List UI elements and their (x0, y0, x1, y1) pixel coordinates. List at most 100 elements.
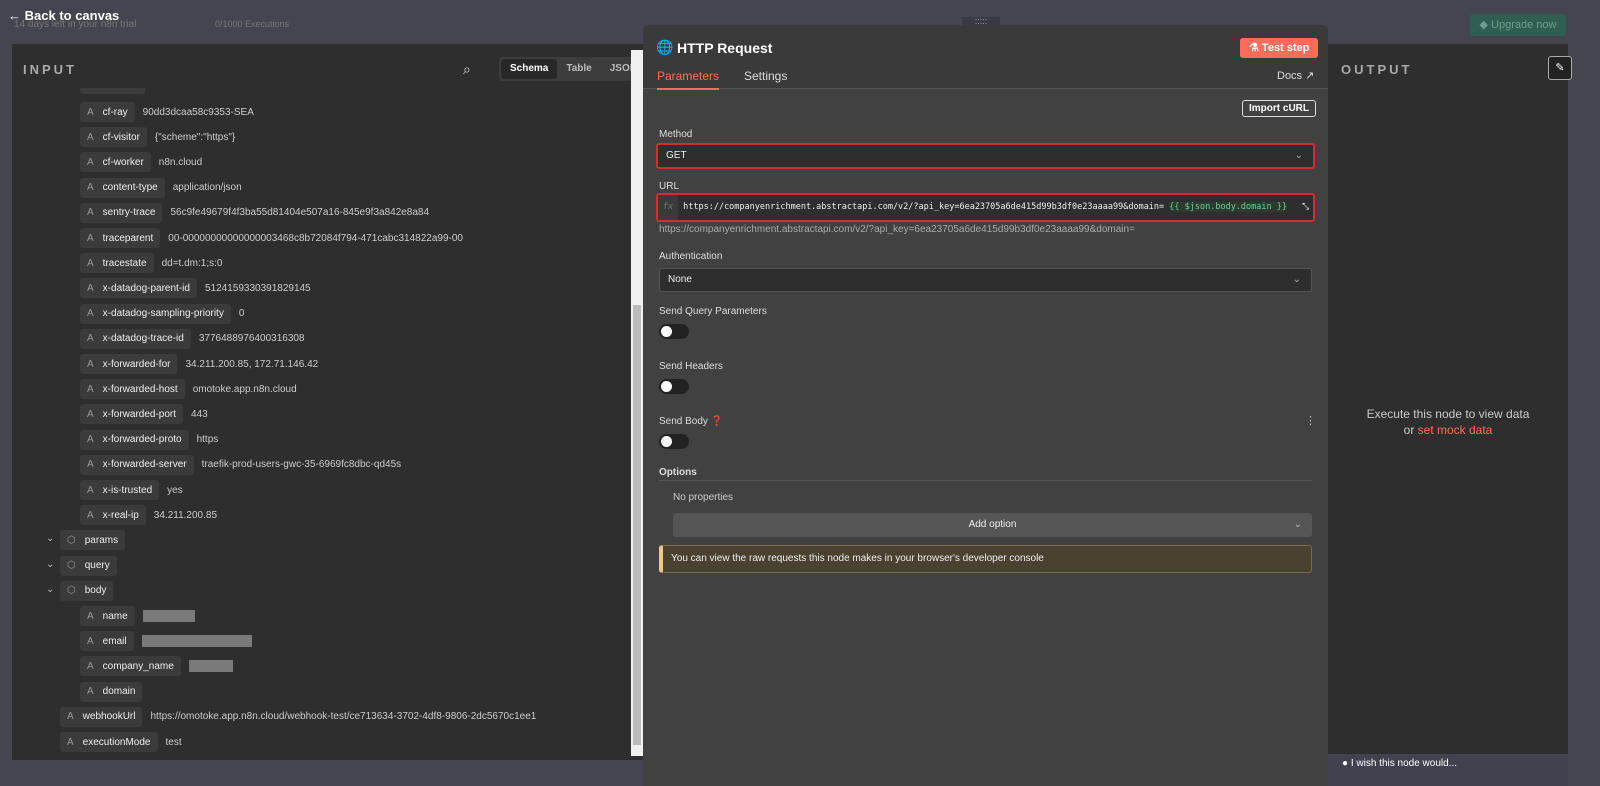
chevron-down-icon: ⌄ (1292, 274, 1301, 285)
schema-value: 34.211.200.85, 172.71.146.42 (185, 358, 319, 370)
schema-key-chip[interactable]: ⬡ params (60, 530, 126, 551)
string-type-icon: A (87, 308, 94, 320)
schema-key: company_name (102, 660, 174, 672)
schema-key: domain (102, 686, 136, 698)
schema-key-chip[interactable]: Atraceparent (80, 228, 161, 248)
schema-key: body (84, 585, 107, 597)
schema-row: Atraceparent 00-00000000000000003468c8b72… (80, 228, 463, 248)
fx-icon: fx (658, 195, 678, 220)
schema-row: Ax-datadog-trace-id 3776488976400316308 (80, 328, 305, 349)
schema-row: Acompany_name (80, 656, 233, 677)
schema-key-chip[interactable]: Ax-forwarded-port (80, 404, 184, 425)
schema-row: Acontent-type application/json (80, 177, 242, 198)
send-headers-toggle[interactable] (659, 379, 689, 394)
collapse-chevron-icon[interactable]: ⌄ (46, 533, 54, 544)
schema-row: Ax-forwarded-host omotoke.app.n8n.cloud (80, 379, 297, 400)
expand-icon[interactable]: ⤡ (1302, 195, 1309, 220)
schema-value: traefik-prod-users-gwc-35-6969fc8dbc-qd4… (201, 459, 402, 471)
schema-key: x-datadog-parent-id (102, 282, 190, 294)
import-curl-button[interactable]: Import cURL (1242, 100, 1316, 117)
schema-key-chip[interactable]: Acompany_name (80, 656, 181, 677)
authentication-select[interactable]: None ⌄ (659, 268, 1312, 292)
lightbulb-icon: ● (1342, 758, 1351, 769)
schema-value: {"scheme":"https"} (154, 131, 236, 143)
schema-key-chip[interactable]: Asentry-trace (80, 202, 163, 223)
schema-key-chip[interactable]: Adomain (80, 681, 143, 702)
edit-pencil-icon[interactable]: ✎ (1548, 56, 1572, 80)
no-properties-text: No properties (673, 492, 734, 503)
tab-parameters[interactable]: Parameters (657, 69, 720, 90)
schema-key-chip[interactable]: Acf-worker (80, 152, 151, 173)
url-preview: https://companyenrichment.abstractapi.co… (659, 224, 1135, 235)
schema-key: query (84, 560, 110, 572)
schema-key-chip[interactable]: Aname (80, 606, 135, 626)
object-icon: ⬡ (67, 585, 76, 597)
schema-key-chip[interactable]: Acontent-type (80, 177, 165, 198)
schema-row: Ax-forwarded-for 34.211.200.85, 172.71.14… (80, 354, 318, 374)
string-type-icon: A (67, 711, 74, 723)
string-type-icon: A (87, 358, 94, 370)
schema-key-chip[interactable]: Ax-forwarded-host (80, 379, 185, 400)
string-type-icon: A (87, 131, 94, 143)
tab-schema[interactable]: Schema (501, 59, 558, 79)
node-panel: 🌐 HTTP Request ⚗ Test step Parameters Se… (643, 25, 1328, 786)
external-link-icon: ↗ (1302, 70, 1315, 82)
more-options-icon[interactable]: ⋮ (1305, 414, 1316, 427)
string-type-icon: A (87, 459, 94, 471)
feedback-input[interactable]: ● I wish this node would... (1328, 754, 1568, 786)
send-query-toggle[interactable] (659, 324, 689, 339)
schema-key-chip[interactable]: Ax-forwarded-server (80, 454, 194, 475)
send-headers-label: Send Headers (659, 361, 723, 372)
schema-key-chip[interactable]: Ax-datadog-sampling-priority (80, 303, 231, 324)
set-mock-data-link[interactable]: set mock data (1418, 423, 1493, 437)
schema-key: traceparent (102, 232, 154, 244)
schema-key-chip[interactable]: Ax-forwarded-proto (80, 429, 189, 450)
string-type-icon: A (67, 736, 74, 748)
schema-row: Adomain (80, 681, 150, 702)
schema-key-chip[interactable]: AwebhookUrl (60, 706, 143, 727)
string-type-icon: A (87, 232, 94, 244)
schema-key-chip[interactable]: Ax-datadog-trace-id (80, 328, 191, 349)
string-type-icon: A (87, 182, 94, 194)
help-icon[interactable]: ❓ (711, 416, 723, 427)
schema-key-chip[interactable]: AexecutionMode (60, 732, 158, 752)
schema-key-chip[interactable]: Atracestate (80, 253, 154, 274)
schema-key-chip[interactable]: Ax-real-ip (80, 505, 146, 526)
schema-key-chip[interactable]: Ax-is-trusted (80, 480, 160, 500)
schema-row: Acf-visitor {"scheme":"https"} (80, 127, 236, 148)
tab-settings[interactable]: Settings (744, 69, 787, 83)
tab-table[interactable]: Table (557, 59, 600, 79)
schema-row: Ax-datadog-sampling-priority 0 (80, 303, 245, 324)
url-input[interactable]: fx https://companyenrichment.abstractapi… (656, 193, 1315, 222)
add-option-button[interactable]: Add option ⌄ (673, 513, 1312, 537)
schema-value: yes (167, 484, 183, 496)
schema-key-chip[interactable]: Acf-ray (80, 102, 135, 122)
schema-key: x-datadog-sampling-priority (102, 308, 224, 320)
collapse-chevron-icon[interactable]: ⌄ (46, 584, 54, 595)
schema-key-chip[interactable]: ⬡ query (60, 555, 117, 576)
schema-key: x-forwarded-port (102, 408, 177, 420)
trial-text: 14 days left in your n8n trial (14, 19, 137, 30)
schema-key: x-datadog-trace-id (102, 333, 184, 345)
docs-link[interactable]: Docs ↗ (1277, 69, 1314, 82)
schema-key-chip[interactable]: ⬡ body (60, 580, 114, 601)
search-icon[interactable]: ⌕ (463, 61, 471, 78)
schema-key-chip[interactable]: Aemail (80, 631, 134, 652)
collapse-chevron-icon[interactable]: ⌄ (46, 559, 54, 570)
test-step-button[interactable]: ⚗ Test step (1240, 38, 1319, 58)
upgrade-button[interactable]: ◆ Upgrade now (1470, 14, 1566, 36)
redacted-value (141, 635, 252, 648)
schema-key-chip[interactable]: Acf-visitor (80, 127, 147, 148)
redacted-value (142, 610, 195, 622)
executions-count: 0/1000 Executions (215, 19, 290, 29)
options-label: Options (659, 467, 697, 478)
send-body-label: Send Body ❓ (659, 416, 724, 427)
schema-value: 0 (238, 308, 245, 320)
scrollbar-thumb[interactable] (633, 305, 641, 745)
string-type-icon: A (87, 509, 94, 521)
send-query-label: Send Query Parameters (659, 306, 767, 317)
schema-key-chip[interactable]: Ax-forwarded-for (80, 354, 178, 374)
schema-key-chip[interactable]: Ax-datadog-parent-id (80, 278, 197, 299)
send-body-toggle[interactable] (659, 434, 689, 449)
method-select[interactable]: GET ⌄ (656, 143, 1315, 169)
